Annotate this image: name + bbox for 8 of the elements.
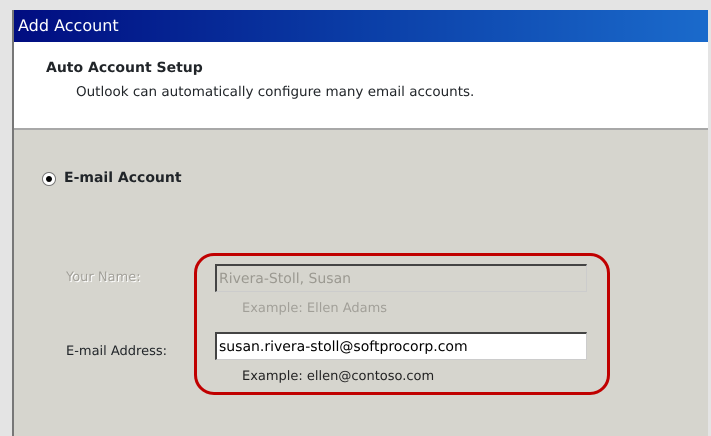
field-label: E-mail Address: <box>66 343 168 362</box>
radio-button[interactable] <box>42 172 56 186</box>
header-subtitle: Outlook can automatically configure many email accounts. <box>75 83 476 102</box>
header-title: Auto Account Setup <box>46 59 204 78</box>
example-hint: Example: ellen@contoso.com <box>242 369 434 384</box>
window-title: Add Account <box>18 15 119 37</box>
text-field[interactable]: susan.rivera-stoll@softprocorp.com <box>215 332 587 360</box>
radio-label[interactable]: E-mail Account <box>64 168 182 189</box>
